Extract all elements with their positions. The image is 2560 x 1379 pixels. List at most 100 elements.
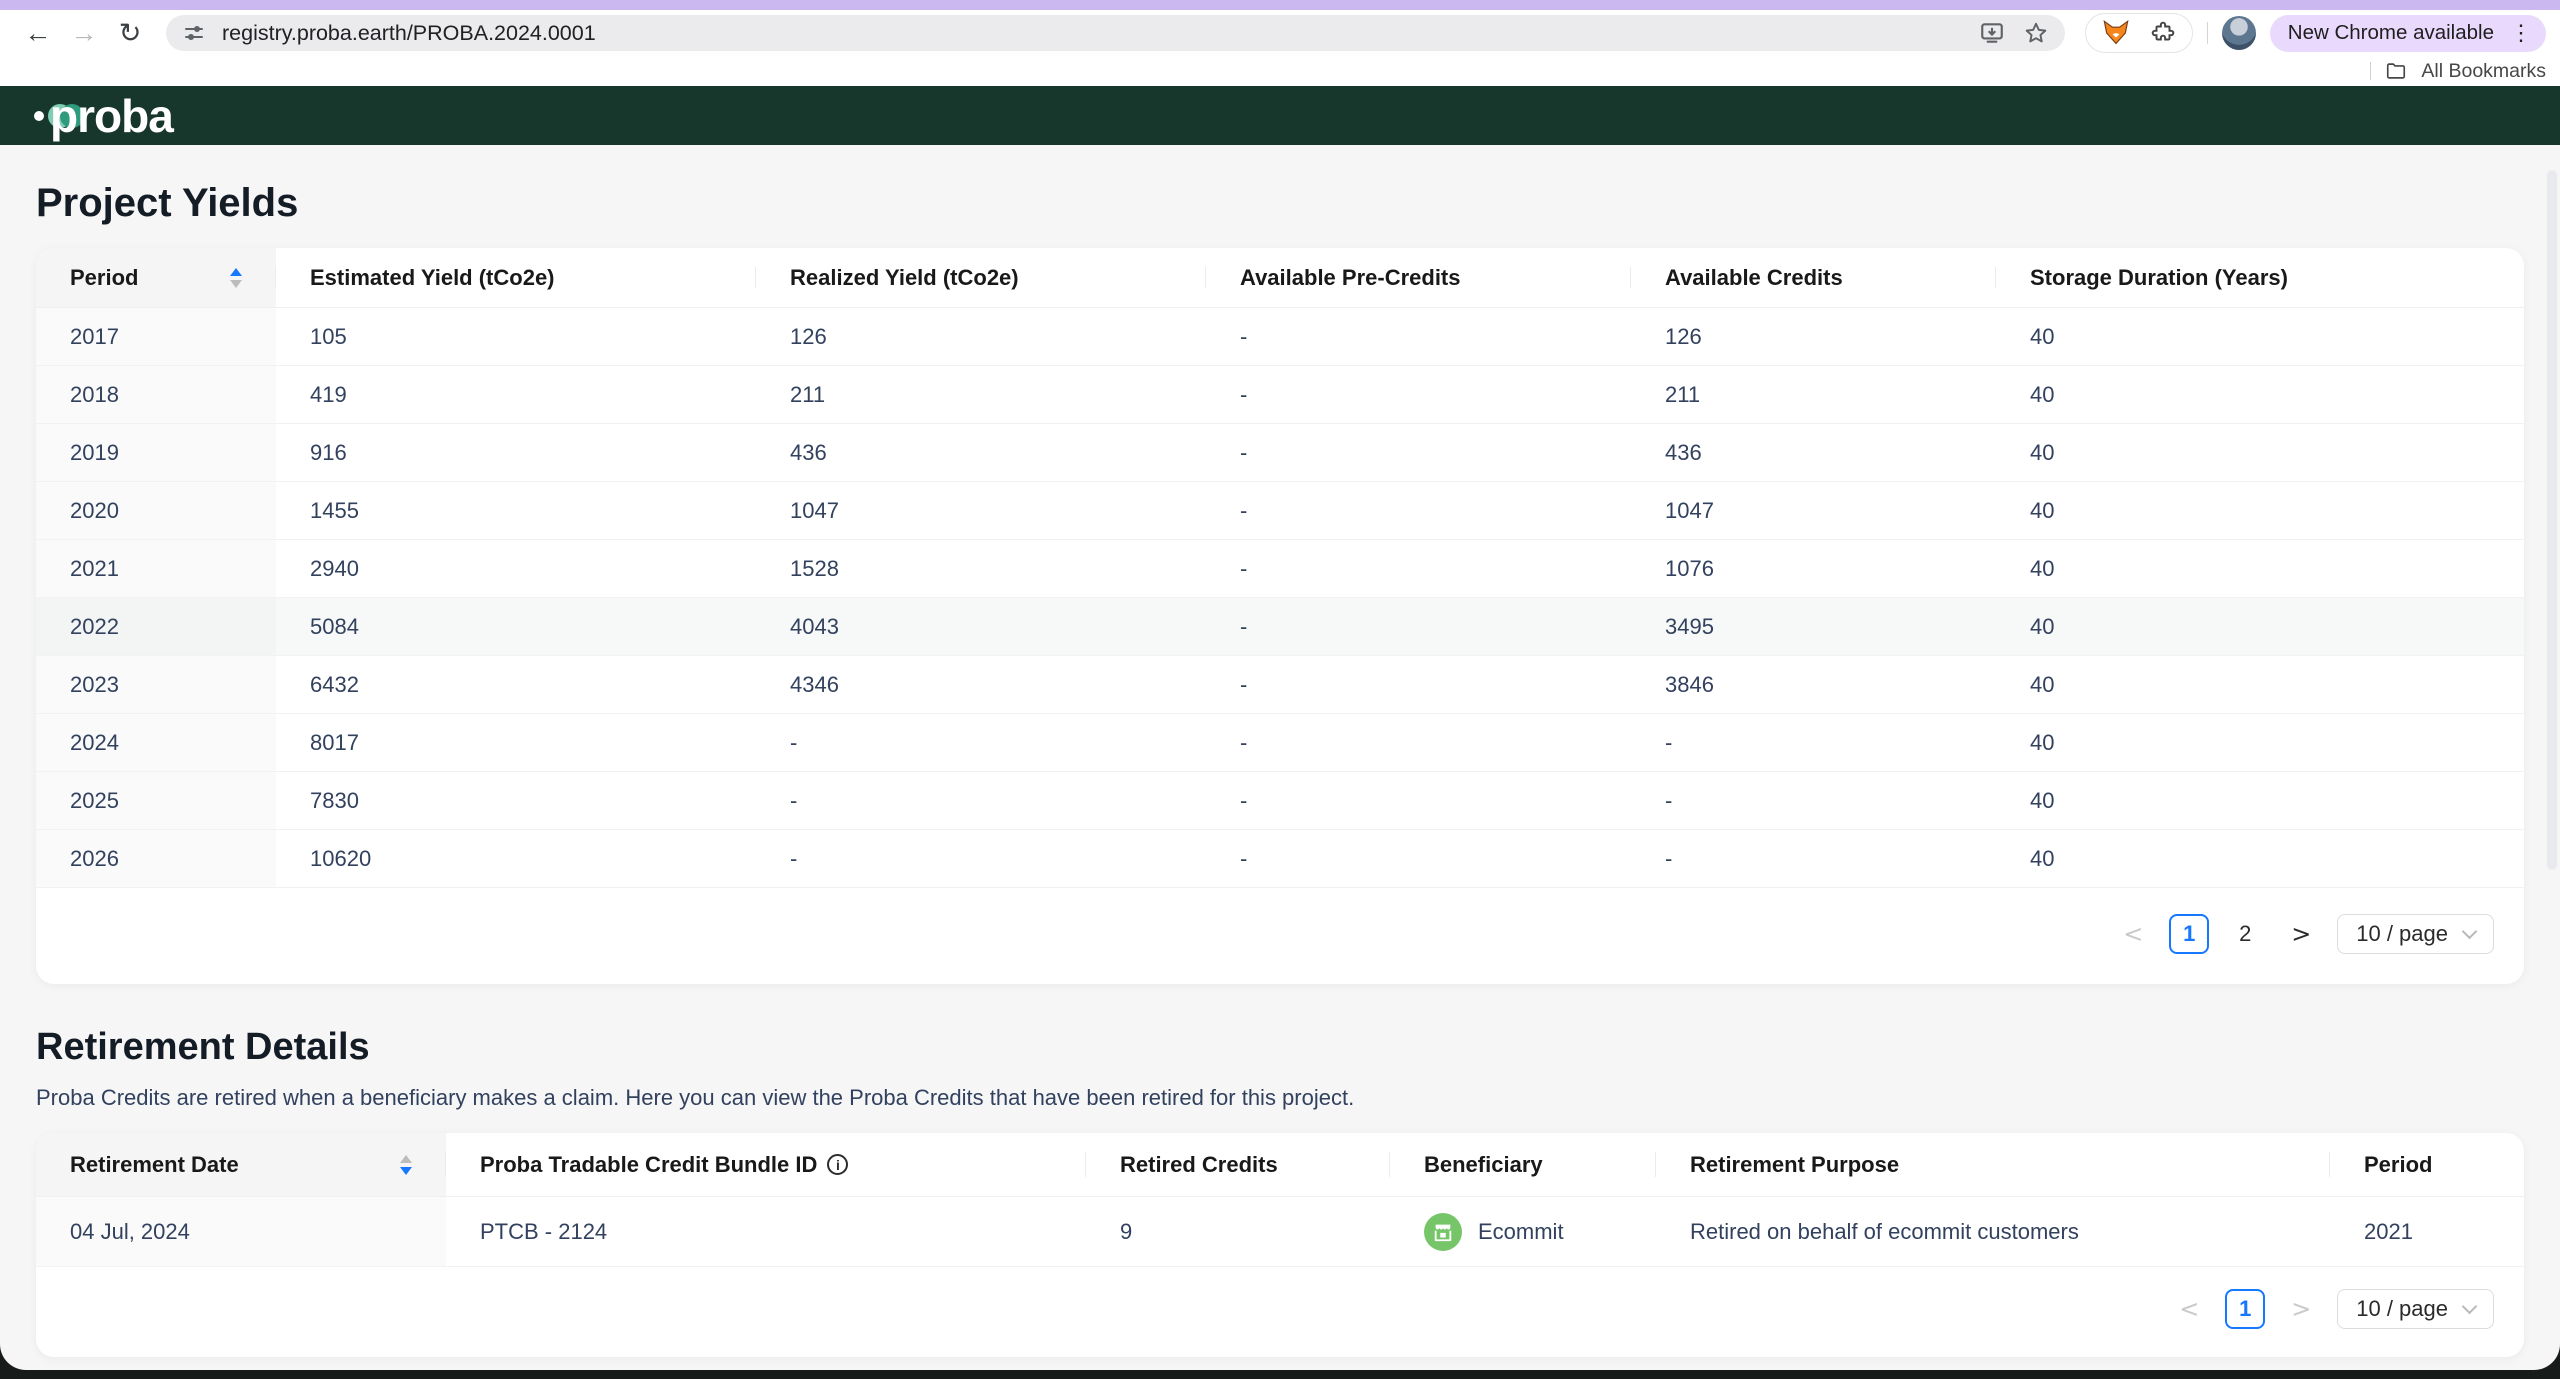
column-header-retirement-date[interactable]: Retirement Date [36, 1133, 446, 1196]
data-cell: 40 [1996, 540, 2524, 597]
data-cell: 1047 [756, 482, 1206, 539]
retirement-pagination: < 1 > 10 / page [36, 1267, 2524, 1357]
data-cell: - [1206, 656, 1631, 713]
period-cell: 2021 [2330, 1197, 2524, 1266]
data-cell: 8017 [276, 714, 756, 771]
info-icon[interactable]: i [827, 1154, 848, 1175]
table-row: 04 Jul, 2024 PTCB - 2124 9 Ecommit Retir… [36, 1197, 2524, 1267]
data-cell: 126 [1631, 308, 1996, 365]
data-cell: 126 [756, 308, 1206, 365]
column-header-realized-yield: Realized Yield (tCo2e) [756, 248, 1206, 307]
data-cell: - [1206, 540, 1631, 597]
table-row: 202250844043-349540 [36, 598, 2524, 656]
table-row: 2019916436-43640 [36, 424, 2524, 482]
data-cell: 2940 [276, 540, 756, 597]
data-cell: 5084 [276, 598, 756, 655]
yields-pagination: < 1 2 > 10 / page [36, 888, 2524, 984]
extensions-area [2085, 13, 2193, 53]
table-row: 2017105126-12640 [36, 308, 2524, 366]
data-cell: 916 [276, 424, 756, 481]
folder-icon [2385, 60, 2407, 82]
project-yields-card: Period Estimated Yield (tCo2e) Realized … [36, 248, 2524, 984]
data-cell: - [1631, 772, 1996, 829]
page-button-1[interactable]: 1 [2225, 1289, 2265, 1329]
beneficiary-avatar [1424, 1213, 1462, 1251]
page-size-value: 10 / page [2356, 1296, 2448, 1322]
yields-table-body: 2017105126-126402018419211-2114020199164… [36, 308, 2524, 888]
data-cell: - [756, 714, 1206, 771]
data-cell: 4346 [756, 656, 1206, 713]
bookmark-star-icon[interactable] [2023, 20, 2049, 46]
period-cell: 2024 [36, 714, 276, 771]
back-icon[interactable]: ← [18, 13, 58, 53]
column-header-retirement-purpose: Retirement Purpose [1656, 1133, 2330, 1196]
retirement-card: Retirement Date Proba Tradable Credit Bu… [36, 1133, 2524, 1357]
column-header-retired-credits: Retired Credits [1086, 1133, 1390, 1196]
page-size-select[interactable]: 10 / page [2337, 914, 2494, 954]
column-header-period[interactable]: Period [36, 248, 276, 307]
prev-page-icon: < [2113, 914, 2153, 954]
data-cell: - [1631, 830, 1996, 887]
proba-logo[interactable]: proba [34, 93, 173, 139]
period-cell: 2017 [36, 308, 276, 365]
data-cell: 3495 [1631, 598, 1996, 655]
table-row: 202129401528-107640 [36, 540, 2524, 598]
next-page-icon[interactable]: > [2281, 914, 2321, 954]
data-cell: 436 [1631, 424, 1996, 481]
page-button-1[interactable]: 1 [2169, 914, 2209, 954]
page-title: Project Yields [36, 181, 2524, 226]
metamask-icon[interactable] [2102, 19, 2130, 47]
page-button-2[interactable]: 2 [2225, 914, 2265, 954]
retirement-description: Proba Credits are retired when a benefic… [36, 1085, 2524, 1111]
data-cell: 436 [756, 424, 1206, 481]
reload-icon[interactable]: ↻ [110, 13, 150, 53]
bookmarks-divider [2370, 62, 2371, 80]
yields-table-header: Period Estimated Yield (tCo2e) Realized … [36, 248, 2524, 308]
table-row: 20257830---40 [36, 772, 2524, 830]
data-cell: 1047 [1631, 482, 1996, 539]
period-cell: 2022 [36, 598, 276, 655]
site-settings-icon[interactable] [182, 21, 206, 45]
logo-text: proba [50, 93, 173, 139]
extensions-puzzle-icon[interactable] [2150, 20, 2176, 46]
site-header: proba [0, 86, 2560, 145]
data-cell: 4043 [756, 598, 1206, 655]
page-size-value: 10 / page [2356, 921, 2448, 947]
data-cell: 40 [1996, 482, 2524, 539]
data-cell: 40 [1996, 366, 2524, 423]
column-header-estimated-yield: Estimated Yield (tCo2e) [276, 248, 756, 307]
retirement-date-cell: 04 Jul, 2024 [36, 1197, 446, 1266]
column-header-label: Retirement Date [70, 1152, 239, 1178]
address-bar[interactable]: registry.proba.earth/PROBA.2024.0001 [166, 15, 2065, 51]
profile-avatar[interactable] [2222, 16, 2256, 50]
data-cell: 3846 [1631, 656, 1996, 713]
data-cell: - [1206, 308, 1631, 365]
column-header-label: Period [70, 265, 138, 291]
period-cell: 2018 [36, 366, 276, 423]
browser-menu-icon[interactable]: ⋮ [2504, 20, 2538, 46]
data-cell: - [1631, 714, 1996, 771]
data-cell: 6432 [276, 656, 756, 713]
data-cell: 40 [1996, 598, 2524, 655]
retirement-purpose-cell: Retired on behalf of ecommit customers [1656, 1197, 2330, 1266]
data-cell: 40 [1996, 656, 2524, 713]
all-bookmarks-label[interactable]: All Bookmarks [2421, 60, 2546, 83]
toolbar-divider [2207, 22, 2208, 44]
column-header-bundle-id: Proba Tradable Credit Bundle ID i [446, 1133, 1086, 1196]
data-cell: 10620 [276, 830, 756, 887]
next-page-icon: > [2281, 1289, 2321, 1329]
page-size-select[interactable]: 10 / page [2337, 1289, 2494, 1329]
install-icon[interactable] [1979, 20, 2005, 46]
forward-icon[interactable]: → [64, 13, 104, 53]
data-cell: 211 [1631, 366, 1996, 423]
scrollbar[interactable] [2547, 170, 2557, 870]
data-cell: 40 [1996, 714, 2524, 771]
data-cell: - [1206, 714, 1631, 771]
url-text[interactable]: registry.proba.earth/PROBA.2024.0001 [222, 21, 1963, 46]
table-row: 202014551047-104740 [36, 482, 2524, 540]
column-header-available-credits: Available Credits [1631, 248, 1996, 307]
bundle-id-cell: PTCB - 2124 [446, 1197, 1086, 1266]
update-chrome-button[interactable]: New Chrome available ⋮ [2270, 15, 2546, 52]
update-chrome-label: New Chrome available [2288, 21, 2494, 45]
prev-page-icon: < [2169, 1289, 2209, 1329]
